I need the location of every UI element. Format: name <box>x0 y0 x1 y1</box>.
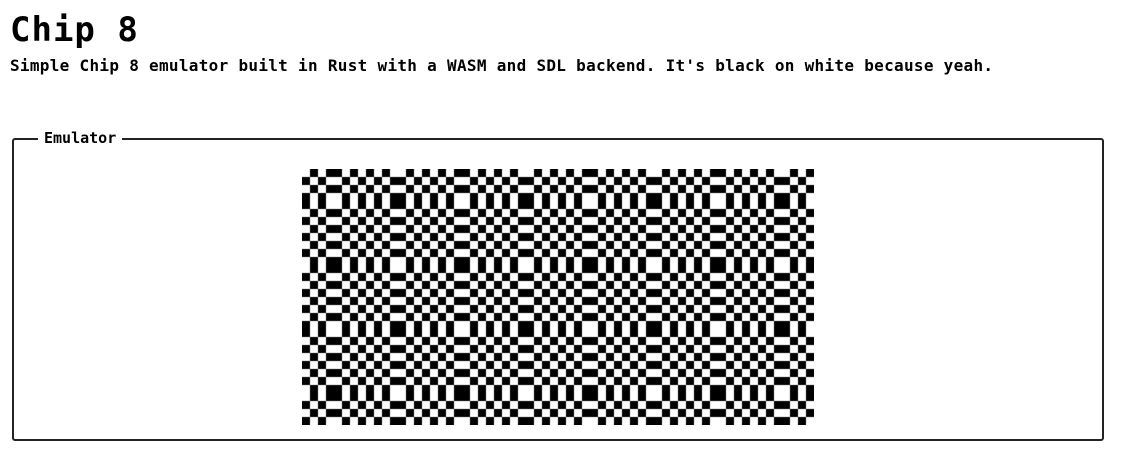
emulator-legend: Emulator <box>38 129 123 147</box>
page-title: Chip 8 <box>10 10 139 50</box>
emulator-screen[interactable] <box>302 169 814 425</box>
emulator-panel: Emulator <box>12 129 1104 441</box>
page-description: Simple Chip 8 emulator built in Rust wit… <box>10 56 994 75</box>
